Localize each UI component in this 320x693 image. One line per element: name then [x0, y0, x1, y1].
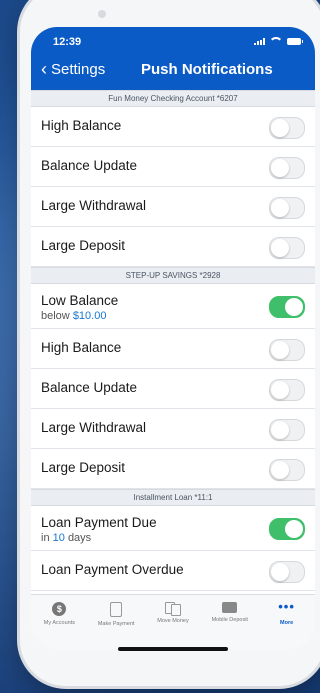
section-header: Installment Loan *11:1	[31, 489, 315, 506]
page-title: Push Notifications	[141, 61, 273, 78]
threshold-value[interactable]: $10.00	[73, 310, 107, 322]
row-large-deposit[interactable]: Large Deposit	[31, 449, 315, 489]
row-label: High Balance	[41, 118, 122, 133]
toggle-knob	[285, 298, 303, 316]
toggle-knob	[271, 119, 289, 137]
section-header: Fun Money Checking Account *6207	[31, 90, 315, 107]
back-label: Settings	[51, 61, 106, 78]
row-loan-payment-overdue[interactable]: Loan Payment Overdue	[31, 551, 315, 591]
tab-bar: $ My Accounts Make Payment Move Money Mobile…	[31, 594, 315, 649]
phone-frame: 12:39 ‹ Settings Push Notifications Fun …	[20, 0, 320, 686]
home-indicator	[118, 647, 228, 651]
toggle-switch[interactable]	[269, 296, 305, 318]
toggle-knob	[271, 341, 289, 359]
row-large-deposit[interactable]: Large Deposit	[31, 227, 315, 267]
row-high-balance[interactable]: High Balance	[31, 107, 315, 147]
tab-label: Move Money	[157, 618, 189, 624]
toggle-switch[interactable]	[269, 561, 305, 583]
transfer-icon	[164, 602, 181, 616]
wifi-icon	[269, 37, 283, 46]
status-time: 12:39	[53, 36, 82, 48]
signal-icon	[254, 38, 265, 45]
toggle-switch[interactable]	[269, 237, 305, 259]
document-icon	[110, 602, 123, 617]
check-deposit-icon	[222, 602, 238, 613]
header-bar: 12:39 ‹ Settings Push Notifications	[31, 27, 315, 90]
toggle-knob	[285, 520, 303, 538]
toggle-switch[interactable]	[269, 117, 305, 139]
screen: 12:39 ‹ Settings Push Notifications Fun …	[31, 27, 315, 649]
row-label: High Balance	[41, 340, 122, 355]
toggle-knob	[271, 421, 289, 439]
tab-move-money[interactable]: Move Money	[145, 595, 201, 649]
row-label: Large Withdrawal	[41, 198, 147, 213]
row-low-balance[interactable]: Low Balance below $10.00	[31, 284, 315, 329]
toggle-knob	[271, 563, 289, 581]
toggle-knob	[271, 199, 289, 217]
row-sublabel[interactable]: below $10.00	[41, 310, 106, 322]
toggle-switch[interactable]	[269, 419, 305, 441]
toggle-switch[interactable]	[269, 339, 305, 361]
tab-make-payment[interactable]: Make Payment	[88, 595, 144, 649]
row-large-withdrawal[interactable]: Large Withdrawal	[31, 409, 315, 449]
tab-label: Make Payment	[97, 621, 135, 627]
tab-my-accounts[interactable]: $ My Accounts	[31, 595, 87, 649]
dollar-icon: $	[52, 602, 67, 616]
camera-dot	[98, 10, 106, 18]
status-icons	[254, 37, 303, 46]
more-icon: •••	[278, 599, 295, 614]
row-label: Loan Payment Due	[41, 515, 157, 530]
threshold-value[interactable]: 10	[53, 532, 65, 544]
toggle-knob	[271, 381, 289, 399]
back-button[interactable]: ‹ Settings	[41, 58, 106, 79]
row-label: Balance Update	[41, 158, 138, 173]
row-label: Balance Update	[41, 380, 138, 395]
sublabel-prefix: in	[41, 532, 50, 544]
toggle-switch[interactable]	[269, 157, 305, 179]
row-label: Loan Payment Overdue	[41, 562, 184, 577]
toggle-switch[interactable]	[269, 197, 305, 219]
section-header: STEP-UP SAVINGS *2928	[31, 267, 315, 284]
row-loan-payment-due[interactable]: Loan Payment Due in 10 days	[31, 506, 315, 551]
row-balance-update[interactable]: Balance Update	[31, 147, 315, 187]
row-label: Large Withdrawal	[41, 420, 147, 435]
sublabel-suffix: days	[67, 532, 92, 544]
tab-more[interactable]: ••• More	[259, 595, 315, 649]
row-label: Large Deposit	[41, 460, 126, 475]
toggle-switch[interactable]	[269, 379, 305, 401]
row-high-balance[interactable]: High Balance	[31, 329, 315, 369]
chevron-left-icon: ‹	[41, 58, 47, 79]
toggle-knob	[271, 159, 289, 177]
row-label: Large Deposit	[41, 238, 126, 253]
settings-list[interactable]: Fun Money Checking Account *6207 High Bal…	[31, 90, 315, 594]
tab-label: More	[280, 620, 294, 626]
tab-mobile-deposit[interactable]: Mobile Deposit	[202, 595, 258, 649]
tab-label: Mobile Deposit	[211, 617, 248, 623]
battery-icon	[287, 38, 303, 45]
toggle-switch[interactable]	[269, 459, 305, 481]
toggle-switch[interactable]	[269, 518, 305, 540]
row-balance-update[interactable]: Balance Update	[31, 369, 315, 409]
sublabel-prefix: below	[41, 310, 70, 322]
toggle-knob	[271, 461, 289, 479]
row-label: Low Balance	[41, 293, 119, 308]
row-sublabel[interactable]: in 10 days	[41, 532, 91, 544]
tab-label: My Accounts	[43, 620, 75, 626]
row-large-withdrawal[interactable]: Large Withdrawal	[31, 187, 315, 227]
toggle-knob	[271, 239, 289, 257]
